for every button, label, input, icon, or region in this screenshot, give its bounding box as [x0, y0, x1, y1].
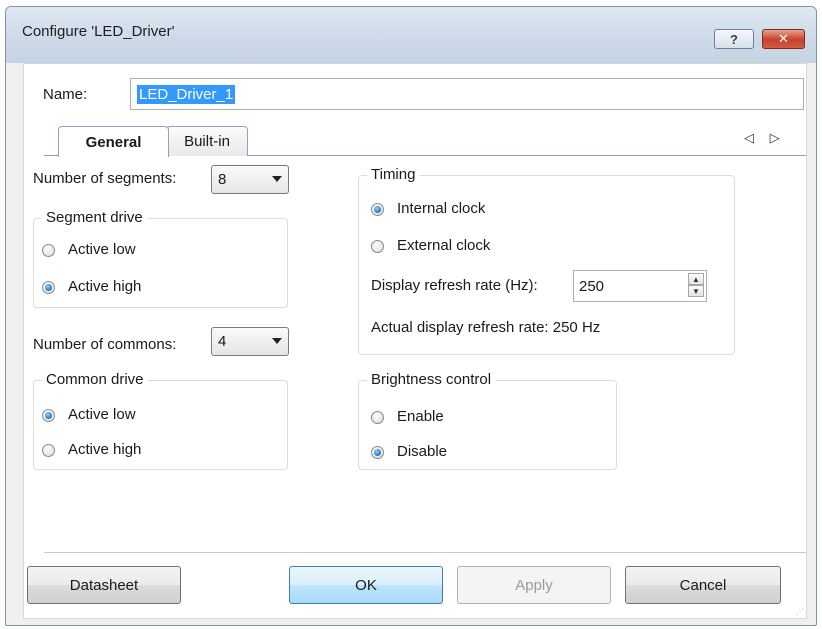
help-button[interactable]: ? [714, 29, 754, 49]
external-clock-radio[interactable] [371, 240, 384, 253]
internal-clock-radio[interactable] [371, 203, 384, 216]
dialog-client-area: Name: LED_Driver_1 General Built-in ◁ ▷ … [23, 63, 807, 619]
refresh-rate-label: Display refresh rate (Hz): [371, 277, 538, 294]
apply-button[interactable]: Apply [457, 566, 611, 604]
segment-drive-title: Segment drive [42, 209, 147, 226]
timing-group: Timing Internal clock External clock Dis… [358, 166, 735, 355]
actual-refresh-rate: Actual display refresh rate: 250 Hz [371, 319, 601, 336]
external-clock-label[interactable]: External clock [397, 237, 490, 254]
brightness-group: Brightness control Enable Disable [358, 371, 617, 470]
window-title: Configure 'LED_Driver' [22, 23, 175, 40]
brightness-enable-radio[interactable] [371, 411, 384, 424]
chevron-down-icon [272, 338, 282, 344]
segment-active-high-label[interactable]: Active high [68, 278, 141, 295]
cancel-button[interactable]: Cancel [625, 566, 781, 604]
common-active-low-radio[interactable] [42, 409, 55, 422]
segment-active-low-radio[interactable] [42, 244, 55, 257]
tab-general[interactable]: General [58, 126, 169, 157]
name-value: LED_Driver_1 [137, 85, 236, 104]
segments-value: 8 [218, 171, 227, 188]
internal-clock-label[interactable]: Internal clock [397, 200, 485, 217]
segment-active-low-label[interactable]: Active low [68, 241, 136, 258]
brightness-disable-radio[interactable] [371, 446, 384, 459]
title-bar: Configure 'LED_Driver' ? ✕ [6, 7, 816, 63]
datasheet-button[interactable]: Datasheet [27, 566, 181, 604]
configure-dialog: Configure 'LED_Driver' ? ✕ Name: LED_Dri… [5, 6, 817, 626]
close-button[interactable]: ✕ [762, 29, 805, 49]
spin-down-icon[interactable]: ▼ [688, 285, 704, 297]
name-input[interactable]: LED_Driver_1 [130, 78, 804, 110]
refresh-rate-spinner[interactable]: 250 ▲ ▼ [573, 270, 707, 302]
brightness-enable-label[interactable]: Enable [397, 408, 444, 425]
refresh-rate-value: 250 [579, 278, 605, 295]
name-label: Name: [43, 86, 88, 103]
timing-title: Timing [367, 166, 420, 183]
spinner-buttons[interactable]: ▲ ▼ [688, 273, 704, 299]
spin-up-icon[interactable]: ▲ [688, 273, 704, 285]
common-active-high-radio[interactable] [42, 444, 55, 457]
commons-label: Number of commons: [33, 336, 177, 353]
tab-scroll-arrows[interactable]: ◁ ▷ [744, 130, 786, 146]
ok-button[interactable]: OK [289, 566, 443, 604]
tab-built-in[interactable]: Built-in [166, 126, 248, 156]
button-separator [44, 552, 806, 553]
commons-select[interactable]: 4 [211, 327, 289, 356]
segment-active-high-radio[interactable] [42, 281, 55, 294]
common-active-high-label[interactable]: Active high [68, 441, 141, 458]
common-drive-title: Common drive [42, 371, 148, 388]
brightness-title: Brightness control [367, 371, 496, 388]
chevron-down-icon [272, 176, 282, 182]
segments-select[interactable]: 8 [211, 165, 289, 194]
brightness-disable-label[interactable]: Disable [397, 443, 447, 460]
common-drive-group: Common drive Active low Active high [33, 371, 288, 470]
segments-label: Number of segments: [33, 170, 177, 187]
resize-grip-icon[interactable]: ⋰ [796, 607, 804, 616]
segment-drive-group: Segment drive Active low Active high [33, 209, 288, 308]
commons-value: 4 [218, 333, 227, 350]
common-active-low-label[interactable]: Active low [68, 406, 136, 423]
